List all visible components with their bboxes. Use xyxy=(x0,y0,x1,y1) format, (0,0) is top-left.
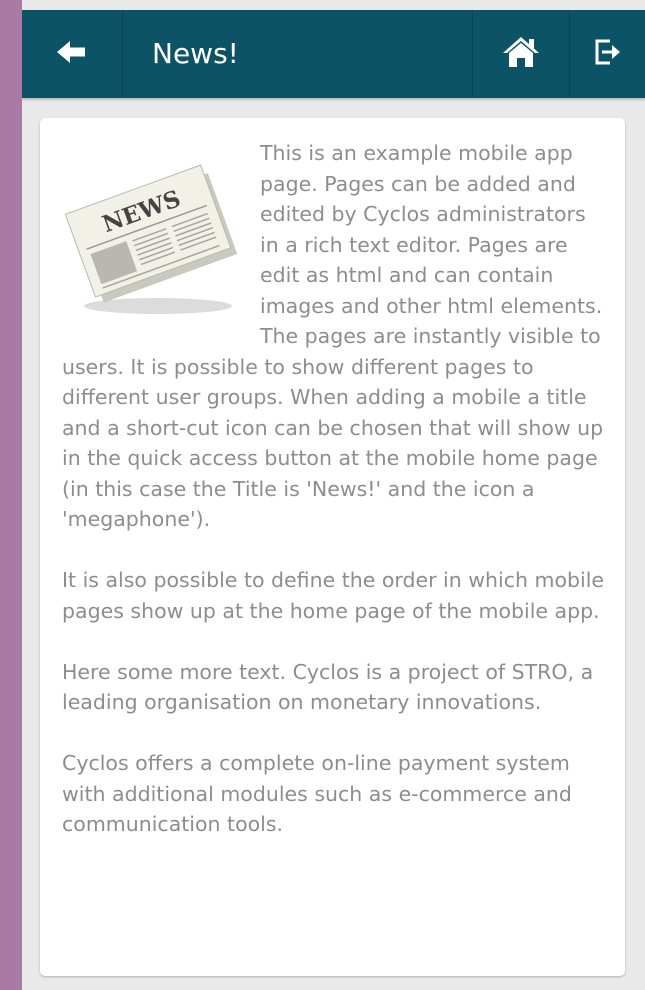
content-card: NEWS This is an example mobile app page.… xyxy=(40,118,625,976)
paragraph-stro: Here some more text. Cyclos is a project… xyxy=(62,659,594,715)
app-frame: News! NEWS This is an example mobile app… xyxy=(22,0,645,990)
paragraph-order: It is also possible to define the order … xyxy=(62,568,604,623)
logout-icon xyxy=(595,39,621,69)
back-button[interactable] xyxy=(22,10,122,98)
logout-button[interactable] xyxy=(570,10,645,98)
page-title: News! xyxy=(152,37,239,70)
top-bar: News! xyxy=(22,10,645,98)
arrow-left-icon xyxy=(57,41,87,67)
home-icon xyxy=(502,36,540,72)
paragraph-modules: Cyclos offers a complete on-line payment… xyxy=(62,751,572,836)
home-button[interactable] xyxy=(473,10,569,98)
page-content: NEWS This is an example mobile app page.… xyxy=(62,138,607,840)
newspaper-icon: NEWS xyxy=(54,138,250,318)
